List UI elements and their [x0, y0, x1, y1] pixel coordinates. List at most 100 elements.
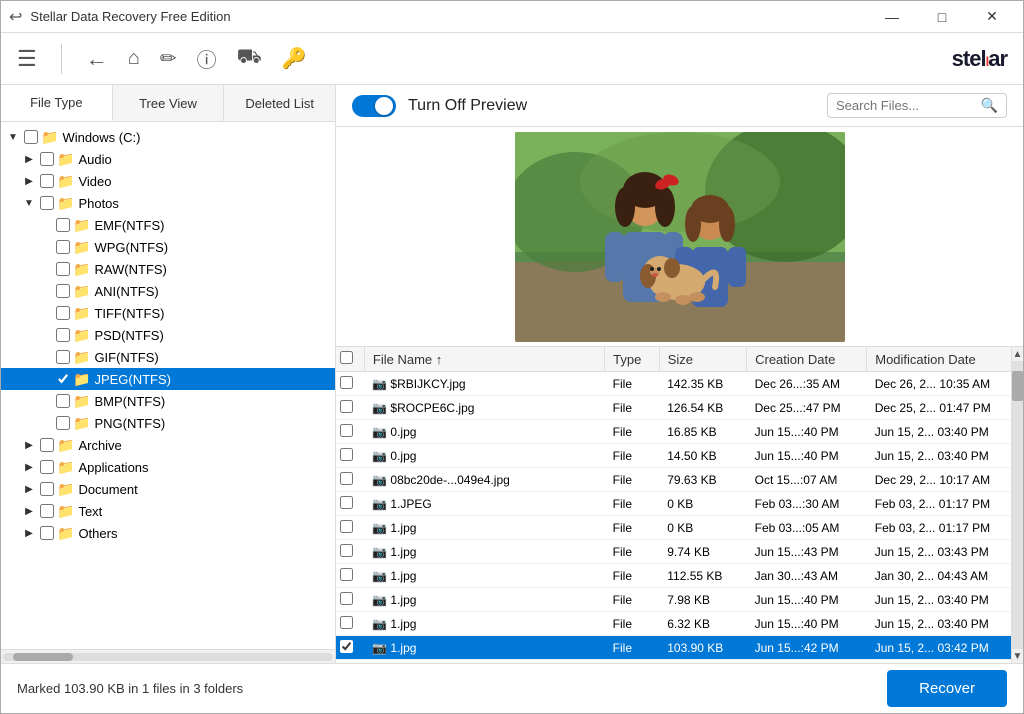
checkbox-photos[interactable]	[40, 196, 54, 210]
expand-icon-archive[interactable]: ▶	[21, 437, 37, 453]
sidebar-item-text[interactable]: ▶📁Text	[1, 500, 335, 522]
checkbox-audio[interactable]	[40, 152, 54, 166]
recover-button[interactable]: Recover	[887, 670, 1007, 707]
expand-icon-raw[interactable]	[37, 261, 53, 277]
maximize-button[interactable]: □	[919, 1, 965, 33]
row-checkbox-11[interactable]	[340, 640, 353, 653]
table-row[interactable]: 📷1.jpgFile112.55 KBJan 30...:43 AMJan 30…	[336, 564, 1011, 588]
sidebar-item-jpeg[interactable]: 📁JPEG(NTFS)	[1, 368, 335, 390]
row-checkbox-3[interactable]	[340, 448, 353, 461]
expand-icon-wpg[interactable]	[37, 239, 53, 255]
checkbox-others[interactable]	[40, 526, 54, 540]
help-icon[interactable]: ⓘ	[197, 44, 217, 73]
checkbox-wpg[interactable]	[56, 240, 70, 254]
sidebar-item-gif[interactable]: 📁GIF(NTFS)	[1, 346, 335, 368]
sidebar-item-others[interactable]: ▶📁Others	[1, 522, 335, 544]
row-checkbox-10[interactable]	[340, 616, 353, 629]
expand-icon-gif[interactable]	[37, 349, 53, 365]
expand-icon-windows[interactable]: ▼	[5, 129, 21, 145]
minimize-button[interactable]: —	[869, 1, 915, 33]
expand-icon-psd[interactable]	[37, 327, 53, 343]
expand-icon-bmp[interactable]	[37, 393, 53, 409]
expand-icon-emf[interactable]	[37, 217, 53, 233]
expand-icon-png[interactable]	[37, 415, 53, 431]
back-icon[interactable]: ↩	[9, 7, 22, 27]
checkbox-raw[interactable]	[56, 262, 70, 276]
checkbox-document[interactable]	[40, 482, 54, 496]
scroll-down-arrow[interactable]: ▼	[1012, 649, 1023, 663]
back-nav-icon[interactable]: ←	[86, 46, 108, 72]
preview-toggle[interactable]	[352, 95, 396, 117]
expand-icon-tiff[interactable]	[37, 305, 53, 321]
table-row[interactable]: 📷0.jpgFile16.85 KBJun 15...:40 PMJun 15,…	[336, 420, 1011, 444]
checkbox-gif[interactable]	[56, 350, 70, 364]
th-type[interactable]: Type	[605, 347, 660, 372]
table-row[interactable]: 📷1.JPEGFile0 KBFeb 03...:30 AMFeb 03, 2.…	[336, 492, 1011, 516]
home-icon[interactable]: ⌂	[128, 47, 140, 70]
checkbox-archive[interactable]	[40, 438, 54, 452]
th-modification-date[interactable]: Modification Date	[867, 347, 1011, 372]
sidebar-item-wpg[interactable]: 📁WPG(NTFS)	[1, 236, 335, 258]
table-row[interactable]: 📷1.jpgFile9.74 KBJun 15...:43 PMJun 15, …	[336, 540, 1011, 564]
sidebar-item-archive[interactable]: ▶📁Archive	[1, 434, 335, 456]
expand-icon-jpeg[interactable]	[37, 371, 53, 387]
close-button[interactable]: ✕	[969, 1, 1015, 33]
table-row[interactable]: 📷08bc20de-...049e4.jpgFile79.63 KBOct 15…	[336, 468, 1011, 492]
checkbox-emf[interactable]	[56, 218, 70, 232]
sidebar-item-document[interactable]: ▶📁Document	[1, 478, 335, 500]
sidebar-item-bmp[interactable]: 📁BMP(NTFS)	[1, 390, 335, 412]
row-checkbox-2[interactable]	[340, 424, 353, 437]
checkbox-png[interactable]	[56, 416, 70, 430]
tab-file-type[interactable]: File Type	[1, 85, 113, 121]
table-row[interactable]: 📷1.jpgFile6.32 KBJun 15...:40 PMJun 15, …	[336, 612, 1011, 636]
th-filename[interactable]: File Name ↑	[364, 347, 604, 372]
table-row[interactable]: 📷$RBIJKCY.jpgFile142.35 KBDec 26...:35 A…	[336, 372, 1011, 396]
sidebar-item-emf[interactable]: 📁EMF(NTFS)	[1, 214, 335, 236]
row-checkbox-1[interactable]	[340, 400, 353, 413]
search-input[interactable]	[836, 98, 981, 113]
select-all-checkbox[interactable]	[340, 351, 353, 364]
row-checkbox-9[interactable]	[340, 592, 353, 605]
hamburger-icon[interactable]: ☰	[17, 46, 37, 72]
tab-tree-view[interactable]: Tree View	[113, 85, 225, 121]
checkbox-applications[interactable]	[40, 460, 54, 474]
sidebar-item-windows[interactable]: ▼📁Windows (C:)	[1, 126, 335, 148]
checkbox-ani[interactable]	[56, 284, 70, 298]
expand-icon-document[interactable]: ▶	[21, 481, 37, 497]
sidebar-item-raw[interactable]: 📁RAW(NTFS)	[1, 258, 335, 280]
checkbox-bmp[interactable]	[56, 394, 70, 408]
sidebar-item-tiff[interactable]: 📁TIFF(NTFS)	[1, 302, 335, 324]
row-checkbox-0[interactable]	[340, 376, 353, 389]
checkbox-text[interactable]	[40, 504, 54, 518]
table-row[interactable]: 📷0.jpgFile14.50 KBJun 15...:40 PMJun 15,…	[336, 444, 1011, 468]
expand-icon-applications[interactable]: ▶	[21, 459, 37, 475]
expand-icon-ani[interactable]	[37, 283, 53, 299]
row-checkbox-6[interactable]	[340, 520, 353, 533]
expand-icon-photos[interactable]: ▼	[21, 195, 37, 211]
sidebar-item-audio[interactable]: ▶📁Audio	[1, 148, 335, 170]
th-creation-date[interactable]: Creation Date	[747, 347, 867, 372]
sidebar-item-ani[interactable]: 📁ANI(NTFS)	[1, 280, 335, 302]
edit-icon[interactable]: ✏	[160, 46, 177, 71]
row-checkbox-4[interactable]	[340, 472, 353, 485]
table-row[interactable]: 📷1.jpgFile0 KBFeb 03...:05 AMFeb 03, 2..…	[336, 516, 1011, 540]
checkbox-tiff[interactable]	[56, 306, 70, 320]
checkbox-psd[interactable]	[56, 328, 70, 342]
sidebar-item-applications[interactable]: ▶📁Applications	[1, 456, 335, 478]
table-row[interactable]: 📷1.jpgFile7.98 KBJun 15...:40 PMJun 15, …	[336, 588, 1011, 612]
file-scrollbar[interactable]: ▲ ▼	[1011, 347, 1023, 663]
expand-icon-video[interactable]: ▶	[21, 173, 37, 189]
search-box[interactable]: 🔍	[827, 93, 1007, 118]
tab-deleted-list[interactable]: Deleted List	[224, 85, 335, 121]
checkbox-jpeg[interactable]	[56, 372, 70, 386]
table-row[interactable]: 📷1.jpgFile103.90 KBJun 15...:42 PMJun 15…	[336, 636, 1011, 660]
row-checkbox-5[interactable]	[340, 496, 353, 509]
checkbox-video[interactable]	[40, 174, 54, 188]
sidebar-hscrollbar[interactable]	[1, 649, 335, 663]
th-size[interactable]: Size	[659, 347, 746, 372]
key-icon[interactable]: 🔑	[282, 46, 307, 71]
scroll-up-arrow[interactable]: ▲	[1012, 347, 1023, 361]
sidebar-item-psd[interactable]: 📁PSD(NTFS)	[1, 324, 335, 346]
row-checkbox-8[interactable]	[340, 568, 353, 581]
expand-icon-audio[interactable]: ▶	[21, 151, 37, 167]
